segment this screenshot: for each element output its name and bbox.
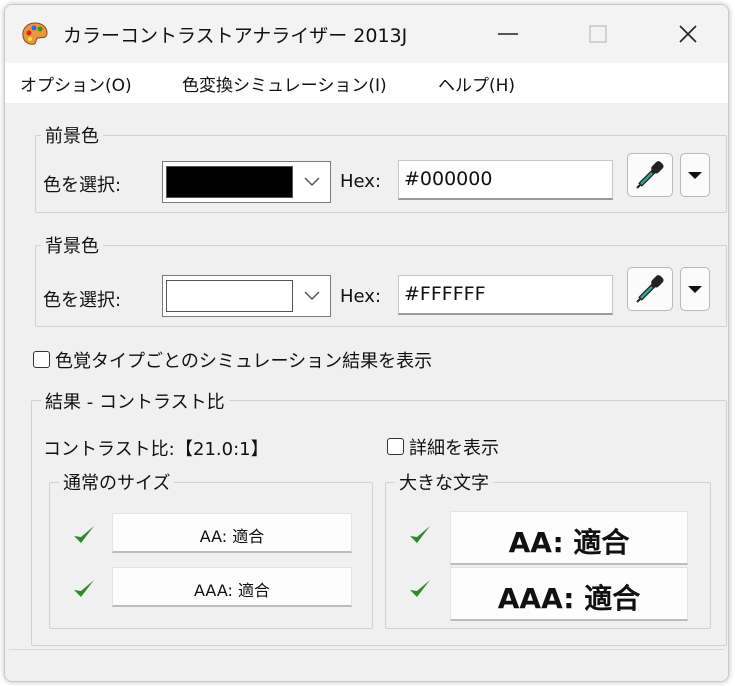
minimize-button[interactable] <box>480 13 536 55</box>
foreground-hex-input[interactable]: #000000 <box>398 160 613 200</box>
background-legend: 背景色 <box>41 232 103 258</box>
menu-options[interactable]: オプション(O) <box>20 71 132 96</box>
background-select-label: 色を選択: <box>43 290 122 311</box>
minimize-icon <box>498 33 518 35</box>
maximize-icon <box>589 25 607 43</box>
background-hex-input[interactable]: #FFFFFF <box>398 275 613 315</box>
close-icon <box>679 25 697 43</box>
window-title: カラーコントラストアナライザー 2013J <box>63 25 408 47</box>
foreground-legend: 前景色 <box>41 122 103 148</box>
detail-checkbox-label[interactable]: 詳細を表示 <box>409 434 499 460</box>
chevron-down-icon <box>304 177 320 187</box>
normal-size-legend: 通常のサイズ <box>59 469 175 495</box>
caret-down-icon <box>688 172 702 179</box>
check-icon <box>410 580 430 597</box>
detail-checkbox[interactable] <box>387 438 404 455</box>
background-swatch <box>166 280 293 312</box>
status-bar <box>9 649 724 681</box>
background-hex-label: Hex: <box>340 286 382 307</box>
simulation-checkbox-label[interactable]: 色覚タイプごとのシミュレーション結果を表示 <box>55 347 432 373</box>
close-button[interactable] <box>660 13 716 55</box>
large-text-legend: 大きな文字 <box>395 469 493 495</box>
foreground-swatch <box>166 166 293 198</box>
caret-down-icon <box>688 286 702 293</box>
palette-icon <box>22 22 48 45</box>
background-eyedropper-button[interactable] <box>627 267 673 311</box>
foreground-color-select[interactable] <box>162 161 331 203</box>
check-icon <box>74 580 94 597</box>
contrast-ratio-label: コントラスト比: <box>43 439 175 460</box>
background-options-dropdown[interactable] <box>680 267 710 311</box>
foreground-eyedropper-button[interactable] <box>627 153 673 197</box>
large-aaa-result: AAA: 適合 <box>450 567 688 621</box>
simulation-checkbox[interactable] <box>33 351 50 368</box>
contrast-ratio-value: 【21.0:1】 <box>175 439 269 460</box>
foreground-select-label: 色を選択: <box>43 175 122 196</box>
menu-bar: オプション(O) 色変換シミュレーション(I) ヘルプ(H) <box>5 63 728 103</box>
maximize-button[interactable] <box>570 13 626 55</box>
normal-aa-result: AA: 適合 <box>112 513 352 553</box>
check-icon <box>410 526 430 543</box>
eyedropper-icon <box>636 275 664 303</box>
results-legend: 結果 - コントラスト比 <box>41 388 229 414</box>
foreground-hex-label: Hex: <box>340 171 382 192</box>
foreground-options-dropdown[interactable] <box>680 153 710 197</box>
large-aa-result: AA: 適合 <box>450 511 688 565</box>
chevron-down-icon <box>304 291 320 301</box>
check-icon <box>74 526 94 543</box>
background-color-select[interactable] <box>162 275 331 317</box>
app-window: カラーコントラストアナライザー 2013J オプション(O) 色変換シミュレーシ… <box>4 4 729 682</box>
title-bar: カラーコントラストアナライザー 2013J <box>5 5 728 63</box>
menu-help[interactable]: ヘルプ(H) <box>438 71 515 96</box>
menu-color-simulation[interactable]: 色変換シミュレーション(I) <box>182 71 387 96</box>
normal-aaa-result: AAA: 適合 <box>112 567 352 607</box>
eyedropper-icon <box>636 161 664 189</box>
